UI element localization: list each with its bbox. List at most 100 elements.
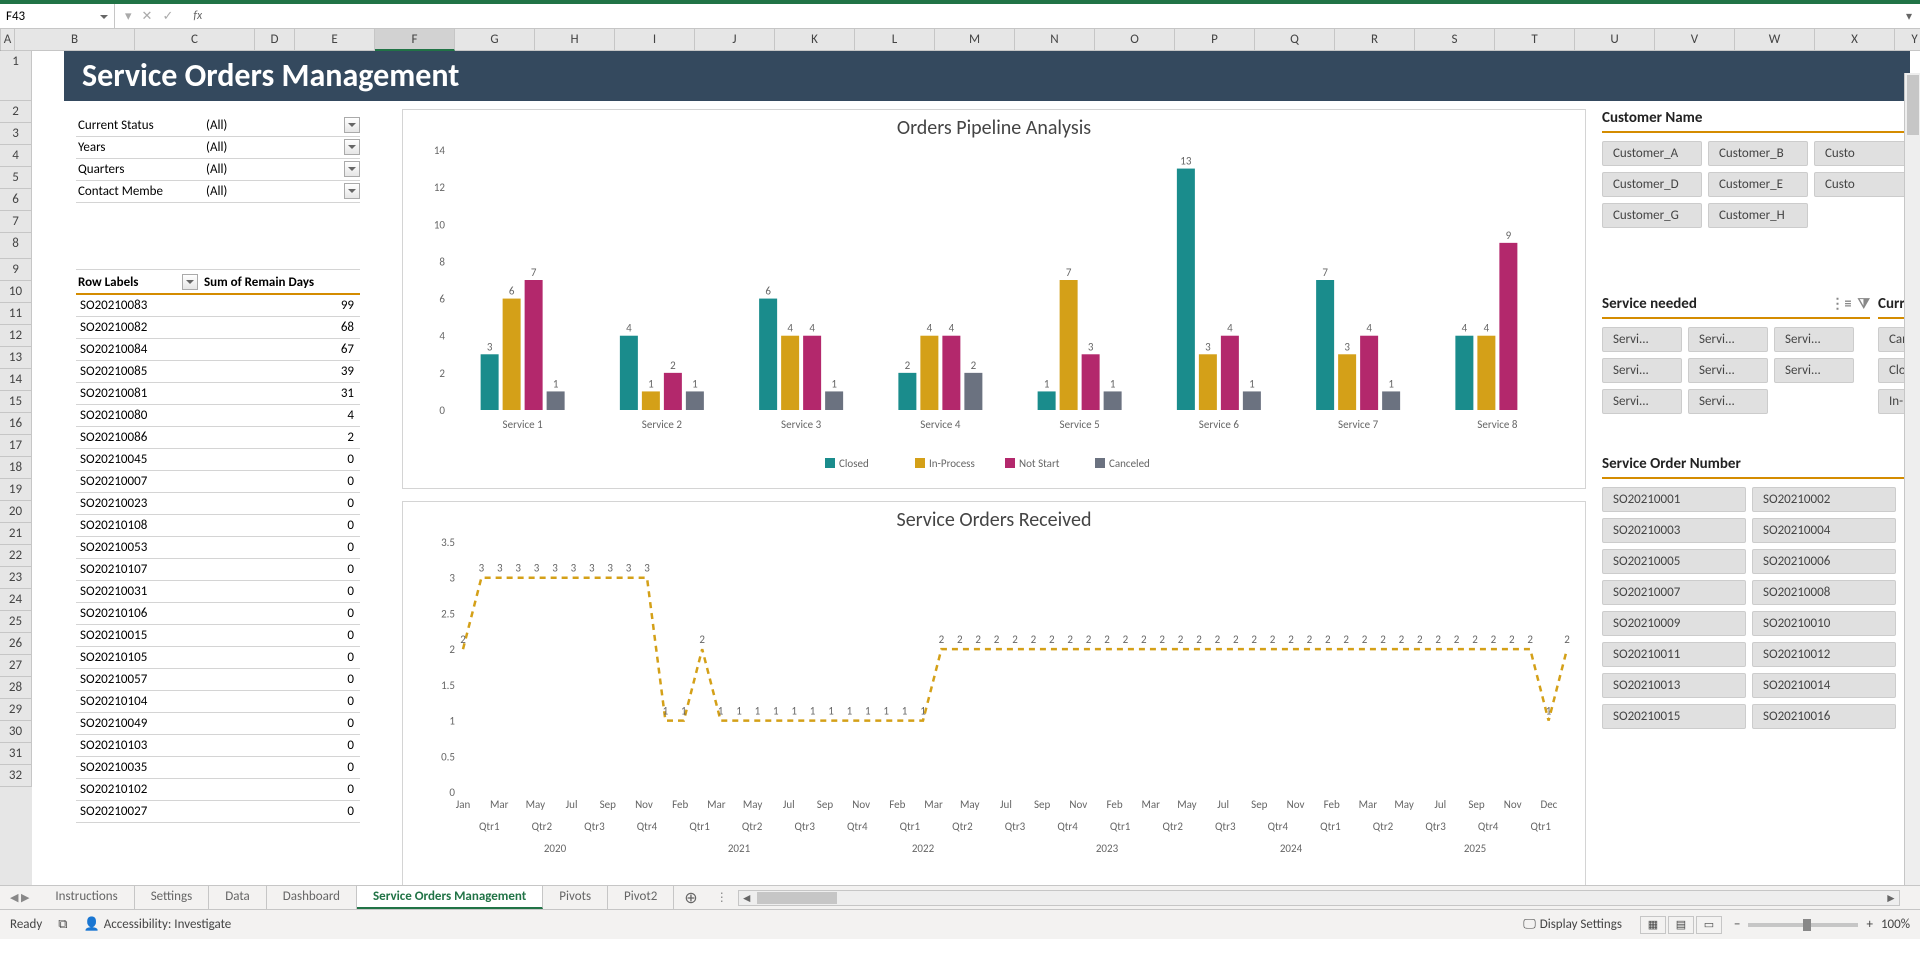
zoom-out-button[interactable]: − [1734,917,1740,932]
slicer-item[interactable]: SO20210014 [1752,673,1896,698]
slicer-item[interactable]: Customer_D [1602,172,1702,197]
fx-icon[interactable]: fx [183,9,202,23]
filter-value[interactable]: (All) [202,181,360,202]
column-header[interactable]: U [1575,29,1655,51]
formula-input[interactable] [202,4,1898,28]
table-row[interactable]: SO2021008467 [76,339,360,361]
column-header[interactable]: R [1335,29,1415,51]
column-header[interactable]: C [135,29,255,51]
table-row[interactable]: SO202100450 [76,449,360,471]
table-row[interactable]: SO202101070 [76,559,360,581]
column-header[interactable]: E [295,29,375,51]
sort-dropdown-icon[interactable] [182,274,198,290]
table-row[interactable]: SO202100310 [76,581,360,603]
name-box[interactable]: F43 [0,4,115,28]
zoom-in-button[interactable]: + [1866,917,1872,932]
slicer-item[interactable]: Customer_E [1708,172,1808,197]
slicer-item[interactable]: Customer_H [1708,203,1808,228]
column-header[interactable]: V [1655,29,1735,51]
chevron-down-icon[interactable] [344,139,360,155]
slicer-item[interactable]: SO20210007 [1602,580,1746,605]
sheet-tab[interactable]: Settings [135,886,210,909]
chevron-down-icon[interactable] [344,117,360,133]
slicer-order-number[interactable]: Service Order Number SO20210001SO2021000… [1602,455,1920,729]
table-row[interactable]: SO202100350 [76,757,360,779]
slicer-item[interactable]: SO20210001 [1602,487,1746,512]
view-layout-icon[interactable]: ▤ [1668,916,1694,934]
table-row[interactable]: SO202100804 [76,405,360,427]
zoom-slider[interactable] [1748,923,1858,927]
table-row[interactable]: SO202100230 [76,493,360,515]
slicer-item[interactable]: Servi... [1774,327,1854,352]
row-header[interactable]: 19 [0,479,32,501]
table-row[interactable]: SO202101080 [76,515,360,537]
slicer-item[interactable]: Customer_G [1602,203,1702,228]
table-row[interactable]: SO202101050 [76,647,360,669]
slicer-service[interactable]: Service needed⋮≡⧩ Servi...Servi...Servi.… [1602,295,1870,414]
vertical-scrollbar[interactable] [1904,73,1920,921]
slicer-item[interactable]: SO20210015 [1602,704,1746,729]
column-header[interactable]: B [15,29,135,51]
row-header[interactable]: 28 [0,677,32,699]
chevron-down-icon[interactable]: ▾ [125,9,132,24]
chevron-down-icon[interactable] [344,161,360,177]
row-header[interactable]: 9 [0,259,32,281]
column-header[interactable]: K [775,29,855,51]
slicer-item[interactable]: Servi... [1688,389,1768,414]
slicer-item[interactable]: Servi... [1688,358,1768,383]
table-row[interactable]: SO202100490 [76,713,360,735]
row-header[interactable]: 25 [0,611,32,633]
macro-icon[interactable]: ⧉ [58,917,67,932]
column-header[interactable]: P [1175,29,1255,51]
slicer-item[interactable]: SO20210016 [1752,704,1896,729]
row-header[interactable]: 24 [0,589,32,611]
row-header[interactable]: 12 [0,325,32,347]
column-header[interactable]: L [855,29,935,51]
column-header[interactable]: I [615,29,695,51]
row-header[interactable]: 16 [0,413,32,435]
sheet-tab[interactable]: Dashboard [267,886,357,909]
row-header[interactable]: 15 [0,391,32,413]
zoom-level[interactable]: 100% [1881,917,1910,932]
slicer-item[interactable]: Servi... [1774,358,1854,383]
column-header[interactable]: N [1015,29,1095,51]
column-header[interactable]: D [255,29,295,51]
row-header[interactable]: 29 [0,699,32,721]
sheet-tab[interactable]: Data [209,886,267,909]
column-header[interactable]: Q [1255,29,1335,51]
column-header[interactable]: O [1095,29,1175,51]
chart-received[interactable]: Service Orders Received 00.511.522.533.5… [402,501,1586,895]
sheet-tab[interactable]: Instructions [39,886,134,909]
accessibility-status[interactable]: Accessibility: Investigate [104,917,232,932]
slicer-item[interactable]: SO20210008 [1752,580,1896,605]
column-header[interactable]: J [695,29,775,51]
table-row[interactable]: SO202100570 [76,669,360,691]
filter-value[interactable]: (All) [202,115,360,136]
column-header[interactable]: W [1735,29,1815,51]
row-header[interactable]: 13 [0,347,32,369]
column-header[interactable]: G [455,29,535,51]
sheet-tab[interactable]: Pivots [543,886,608,909]
slicer-item[interactable]: Servi... [1602,327,1682,352]
table-row[interactable]: SO202100862 [76,427,360,449]
row-header[interactable]: 23 [0,567,32,589]
column-header[interactable]: M [935,29,1015,51]
column-header[interactable]: T [1495,29,1575,51]
table-row[interactable]: SO202100150 [76,625,360,647]
display-settings-icon[interactable]: 🖵 [1523,917,1536,932]
table-row[interactable]: SO202100530 [76,537,360,559]
table-row[interactable]: SO202100070 [76,471,360,493]
slicer-item[interactable]: SO20210002 [1752,487,1896,512]
row-header[interactable]: 14 [0,369,32,391]
row-header[interactable]: 3 [0,123,32,145]
slicer-item[interactable]: Servi... [1602,389,1682,414]
row-header[interactable]: 8 [0,233,32,259]
tab-nav-left[interactable]: ◀ ▶ [0,891,39,904]
row-header[interactable]: 21 [0,523,32,545]
column-header[interactable]: Y [1895,29,1920,51]
row-header[interactable]: 26 [0,633,32,655]
column-header[interactable]: F [375,29,455,51]
row-header[interactable]: 30 [0,721,32,743]
filter-value[interactable]: (All) [202,159,360,180]
row-header[interactable]: 32 [0,765,32,787]
